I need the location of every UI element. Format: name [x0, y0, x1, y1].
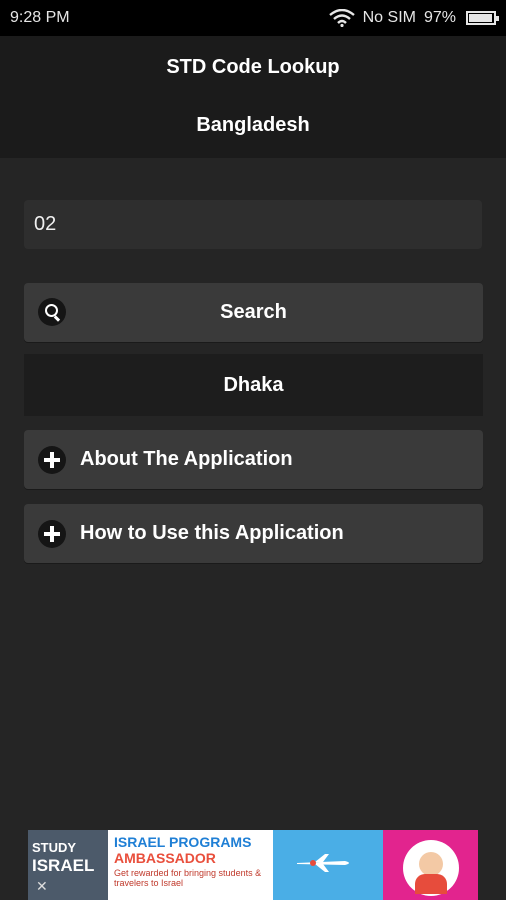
ad-plane-panel: [273, 830, 383, 900]
app-header: STD Code Lookup Bangladesh: [0, 36, 506, 158]
ad-study-israel: STUDY ISRAEL ✕: [28, 830, 108, 900]
ad-text-panel: ISRAEL PROGRAMS AMBASSADOR Get rewarded …: [108, 830, 273, 900]
wifi-icon: [328, 9, 355, 27]
battery-percent: 97%: [423, 9, 456, 26]
battery-icon: [466, 11, 499, 25]
person-illustration: [403, 840, 459, 896]
page-subtitle: Bangladesh: [196, 114, 310, 136]
search-icon: [38, 298, 66, 326]
ad-person-panel: [383, 830, 478, 900]
ad-study-text: STUDY: [32, 840, 77, 855]
how-to-use-label: How to Use this Application: [80, 522, 344, 544]
ad-line1: ISRAEL PROGRAMS: [114, 834, 252, 850]
status-right: No SIM 97%: [328, 9, 499, 27]
search-button[interactable]: Search: [24, 283, 483, 342]
about-application-button[interactable]: About The Application: [24, 430, 483, 489]
plus-icon: [38, 519, 66, 548]
how-to-use-button[interactable]: How to Use this Application: [24, 504, 483, 563]
result-city: Dhaka: [24, 354, 483, 416]
page-title: STD Code Lookup: [166, 56, 340, 78]
ad-israel-text: ISRAEL: [32, 856, 95, 875]
close-icon[interactable]: ✕: [36, 878, 48, 895]
carrier-text: No SIM: [362, 9, 416, 26]
status-time: 9:28 PM: [10, 9, 70, 26]
std-code-input[interactable]: [24, 200, 482, 249]
ad-line3: Get rewarded for bringing students & tra…: [114, 868, 262, 888]
about-application-label: About The Application: [80, 448, 293, 470]
ad-banner[interactable]: STUDY ISRAEL ✕ ISRAEL PROGRAMS AMBASSADO…: [28, 830, 478, 900]
status-bar: 9:28 PM No SIM 97%: [0, 0, 506, 36]
ad-line2: AMBASSADOR: [114, 850, 216, 866]
plus-icon: [38, 445, 66, 474]
airplane-icon: [297, 854, 349, 872]
search-button-label: Search: [220, 301, 287, 323]
